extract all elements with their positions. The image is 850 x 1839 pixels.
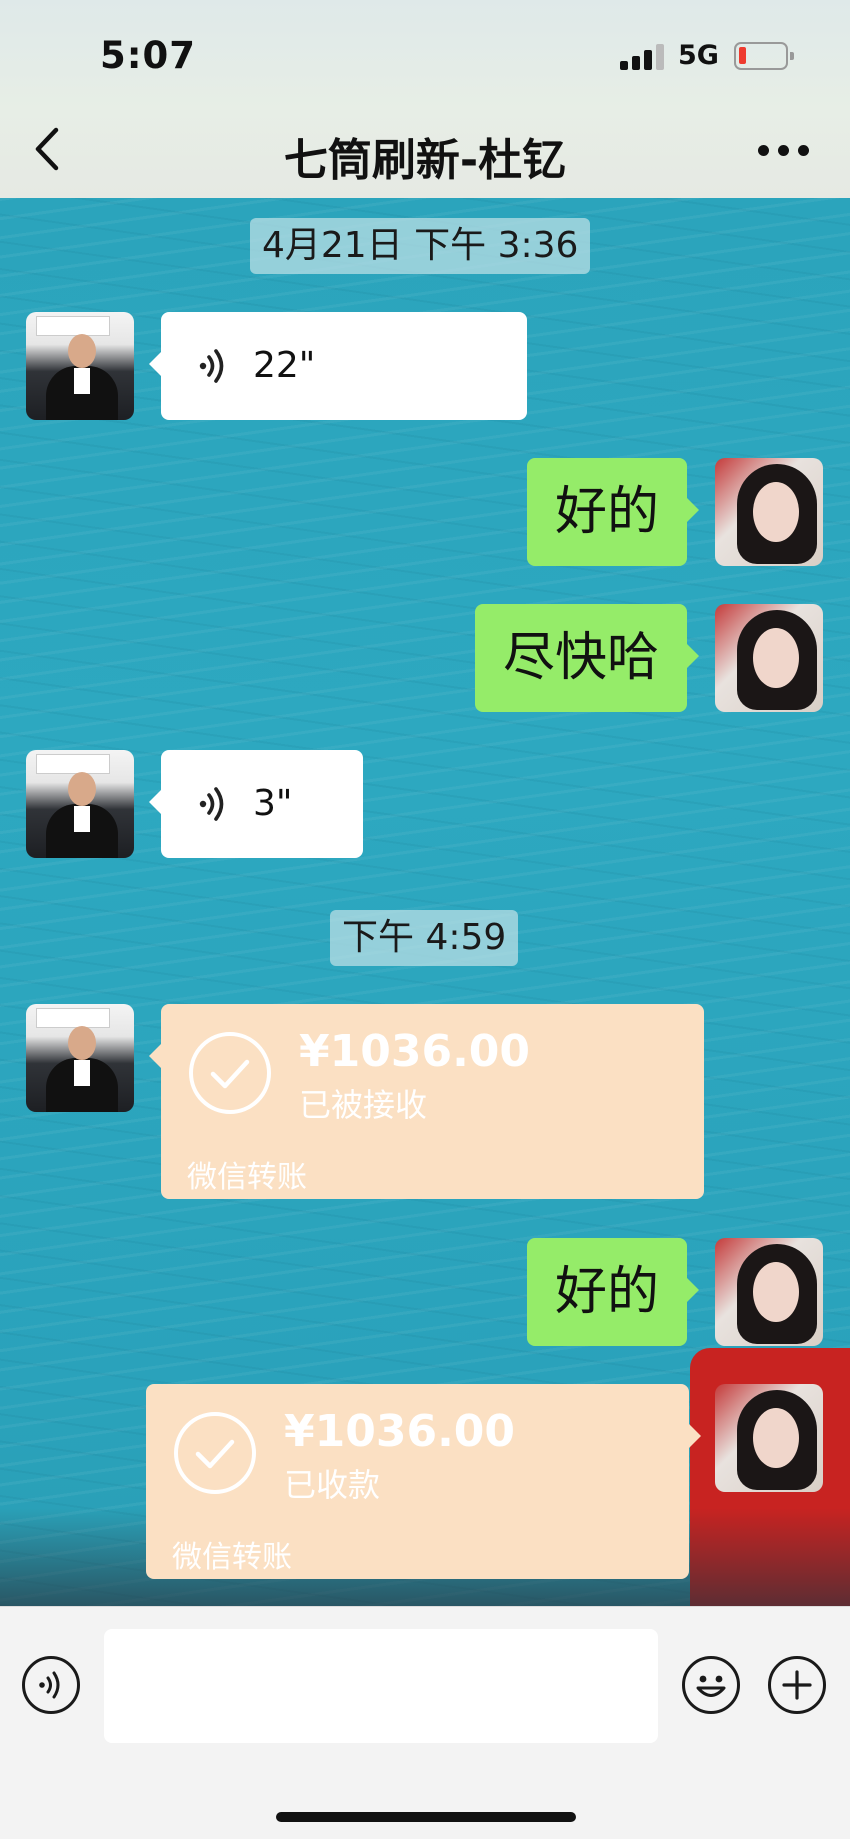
message-input[interactable] <box>104 1629 658 1743</box>
avatar-me[interactable] <box>715 604 823 712</box>
voice-wave-icon <box>199 787 224 821</box>
network-label: 5G <box>678 40 719 71</box>
timestamp: 4月21日 下午 3:36 <box>250 218 591 274</box>
input-bar <box>0 1606 850 1839</box>
avatar-me[interactable] <box>715 1238 823 1346</box>
text-message[interactable]: 尽快哈 <box>474 604 700 712</box>
transfer-card[interactable]: ¥1036.00 已收款 微信转账 <box>146 1384 701 1579</box>
home-indicator <box>276 1812 576 1822</box>
voice-duration: 22" <box>253 345 316 386</box>
voice-input-button[interactable] <box>22 1656 80 1714</box>
status-time: 5:07 <box>100 34 197 77</box>
voice-message[interactable]: 3" <box>149 750 363 858</box>
transfer-label: 微信转账 <box>187 1160 307 1195</box>
signal-icon <box>620 44 666 70</box>
more-dots-icon <box>758 145 769 156</box>
timestamp: 下午 4:59 <box>330 910 519 966</box>
transfer-amount: ¥1036.00 <box>299 1026 531 1077</box>
emoji-button[interactable] <box>682 1656 740 1714</box>
more-button[interactable] <box>758 140 810 160</box>
emoji-icon <box>696 1675 726 1697</box>
avatar-contact[interactable] <box>26 312 134 420</box>
transfer-label: 微信转账 <box>172 1540 292 1575</box>
avatar-me[interactable] <box>715 458 823 566</box>
text-message[interactable]: 好的 <box>526 1238 700 1346</box>
avatar-contact[interactable] <box>26 1004 134 1112</box>
voice-duration: 3" <box>253 783 293 824</box>
top-bar: 5:07 5G 七筒刷新-杜钇 <box>0 0 850 198</box>
chat-area[interactable]: 4月21日 下午 3:36 22" 好的 尽快哈 3" 下午 4:59 ¥103… <box>0 198 850 1606</box>
avatar-me[interactable] <box>715 1384 823 1492</box>
voice-message[interactable]: 22" <box>149 312 527 420</box>
transfer-amount: ¥1036.00 <box>284 1406 516 1457</box>
chat-title: 七筒刷新-杜钇 <box>283 135 567 186</box>
voice-wave-icon <box>199 349 224 383</box>
transfer-card[interactable]: ¥1036.00 已被接收 微信转账 <box>149 1004 704 1199</box>
check-circle-icon <box>174 1412 256 1494</box>
battery-icon <box>734 42 794 70</box>
plus-button[interactable] <box>768 1656 826 1714</box>
voice-wave-icon <box>39 1671 60 1699</box>
transfer-status: 已收款 <box>284 1466 381 1504</box>
text-message[interactable]: 好的 <box>526 458 700 566</box>
plus-circle-icon <box>782 1670 812 1700</box>
avatar-contact[interactable] <box>26 750 134 858</box>
check-circle-icon <box>189 1032 271 1114</box>
transfer-status: 已被接收 <box>299 1086 428 1124</box>
